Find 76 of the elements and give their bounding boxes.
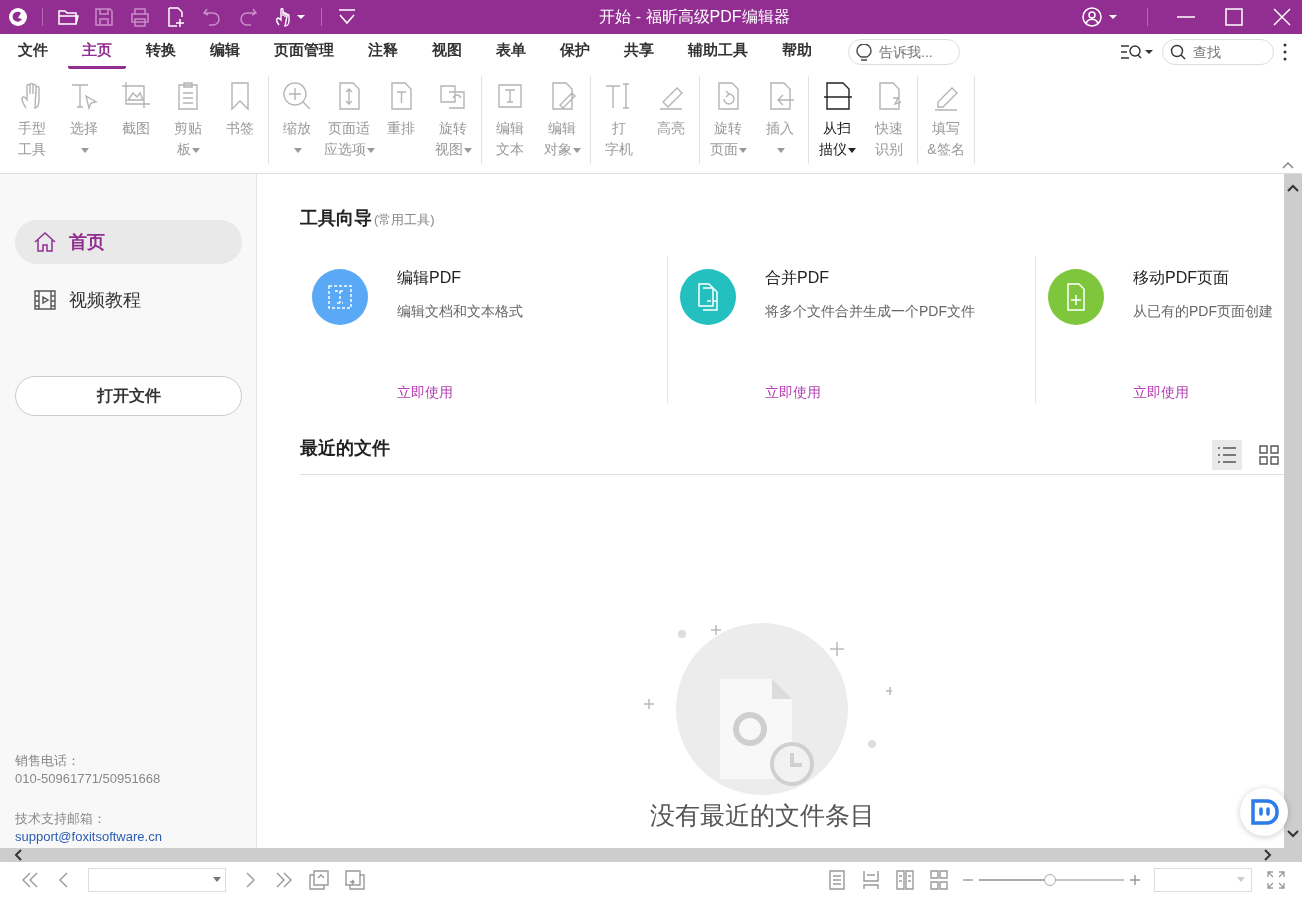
menu-tab[interactable]: 主页 [68, 35, 126, 69]
menu-tab[interactable]: 辅助工具 [674, 35, 762, 69]
list-view-button[interactable] [1212, 440, 1242, 470]
menu-tab[interactable]: 保护 [546, 35, 604, 69]
scroll-down-icon[interactable] [1287, 830, 1299, 838]
home-icon [33, 230, 57, 254]
vertical-scrollbar[interactable] [1284, 174, 1302, 848]
continuous-facing-icon[interactable] [929, 869, 949, 890]
menu-tab[interactable]: 共享 [610, 35, 668, 69]
use-now-link[interactable]: 立即使用 [397, 384, 523, 402]
save-icon[interactable] [93, 6, 115, 28]
scroll-up-icon[interactable] [1287, 184, 1299, 192]
maximize-icon[interactable] [1224, 7, 1244, 27]
menu-tab[interactable]: 页面管理 [260, 35, 348, 69]
use-now-link[interactable]: 立即使用 [765, 384, 975, 402]
menu-tab[interactable]: 视图 [418, 35, 476, 69]
menu-tab[interactable]: 编辑 [196, 35, 254, 69]
facing-pages-icon[interactable] [895, 869, 915, 890]
scroll-right-icon[interactable] [1264, 849, 1272, 861]
contact-label: 技术支持邮箱： [15, 810, 107, 828]
phone-number: 010-50961771/50951668 [15, 770, 162, 788]
open-file-button[interactable]: 打开文件 [15, 376, 242, 416]
card-title: 移动PDF页面 [1133, 268, 1230, 288]
empty-message: 没有最近的文件条目 [649, 800, 875, 831]
close-icon[interactable] [1272, 7, 1292, 27]
section-title: 最近的文件 [300, 437, 390, 460]
card-description: 编辑文档和文本格式 [397, 303, 523, 321]
collapse-ribbon-icon[interactable] [1282, 161, 1294, 169]
ribbon-tool-button[interactable]: 从扫 描仪 [811, 76, 863, 164]
zoom-in-icon [281, 80, 313, 112]
film-icon [33, 288, 57, 312]
next-view-icon[interactable] [344, 868, 366, 891]
card-description: 将多个文件合并生成一个PDF文件 [765, 303, 975, 321]
continuous-page-icon[interactable] [861, 869, 881, 890]
single-page-icon[interactable] [827, 869, 847, 890]
fullscreen-icon[interactable] [1266, 869, 1286, 890]
menu-tab[interactable]: 文件 [4, 35, 62, 69]
email-link[interactable]: support@foxitsoftware.cn [15, 828, 242, 846]
section-subtitle: (常用工具) [374, 211, 435, 229]
more-options-icon[interactable] [1282, 42, 1288, 62]
grid-icon [1259, 445, 1279, 465]
hand-dropdown-icon[interactable] [273, 6, 307, 28]
lightbulb-icon [856, 44, 872, 62]
zoom-field[interactable] [1154, 867, 1252, 892]
section-title: 工具向导 [300, 207, 372, 230]
page-number-field[interactable] [88, 867, 226, 892]
redo-icon[interactable] [237, 6, 259, 28]
search-options-icon[interactable] [1120, 42, 1154, 62]
previous-view-icon[interactable] [308, 868, 330, 891]
menu-tab[interactable]: 注释 [354, 35, 412, 69]
sidebar-item[interactable]: 视频教程 [15, 278, 242, 322]
chat-face-icon [1249, 797, 1279, 827]
find-field[interactable]: 查找 [1162, 39, 1274, 65]
menu-tab[interactable]: 转换 [132, 35, 190, 69]
window-title: 开始 - 福昕高级PDF编辑器 [598, 6, 791, 27]
zoom-in-icon[interactable] [1130, 874, 1140, 885]
use-now-link[interactable]: 立即使用 [1133, 384, 1273, 402]
contact-label: 销售电话： [15, 752, 81, 770]
account-dropdown-icon[interactable] [1081, 6, 1119, 28]
horizontal-scrollbar[interactable] [0, 848, 1302, 862]
search-icon [1170, 44, 1186, 60]
chat-bubble-button[interactable] [1240, 788, 1288, 836]
list-icon [1217, 445, 1237, 465]
menu-tab[interactable]: 帮助 [768, 35, 826, 69]
tell-me-field[interactable]: 告诉我... [848, 39, 960, 65]
card-description: 从已有的PDF页面创建 [1133, 303, 1273, 321]
menu-tab[interactable]: 表单 [482, 35, 540, 69]
print-icon[interactable] [129, 6, 151, 28]
card-title: 合并PDF [765, 268, 830, 288]
undo-icon[interactable] [201, 6, 223, 28]
scroll-left-icon[interactable] [14, 849, 22, 861]
app-logo-icon [8, 7, 28, 27]
scanner-page-icon [821, 80, 853, 112]
new-file-icon[interactable] [165, 6, 187, 28]
card-title: 编辑PDF [397, 268, 462, 288]
sidebar-item[interactable]: 首页 [15, 220, 242, 264]
